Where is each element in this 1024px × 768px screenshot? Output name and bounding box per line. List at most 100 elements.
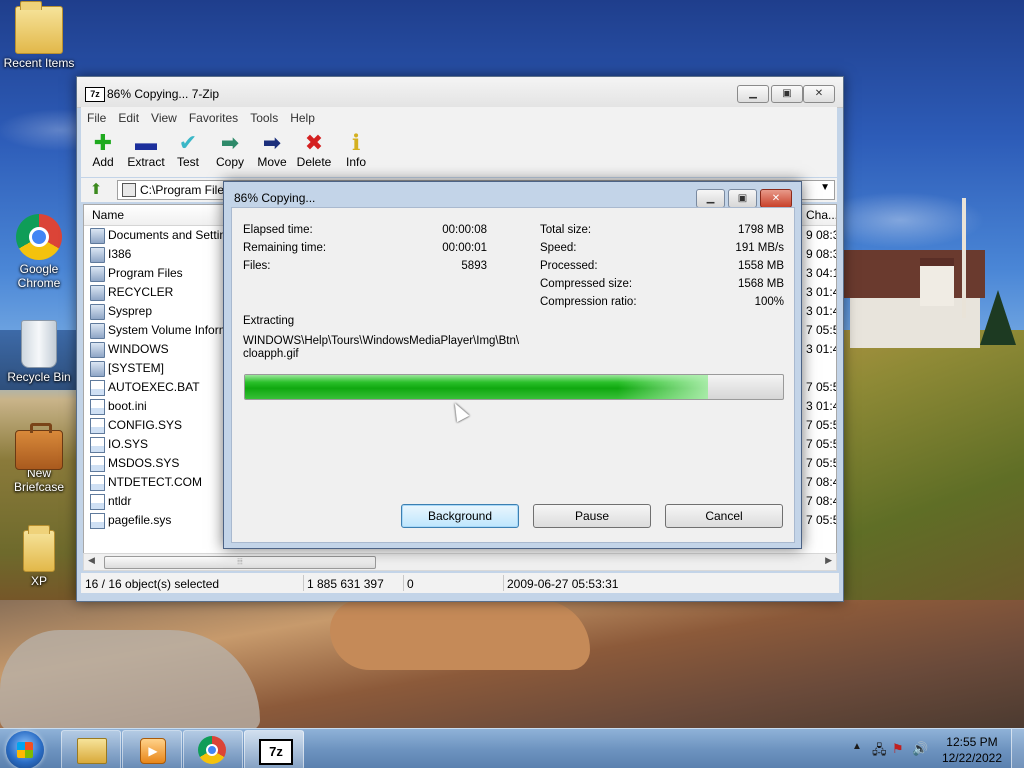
column-changed[interactable]: Cha... <box>806 208 836 222</box>
system-tray: ▲ 🖧 ⚑ 🔊 12:55 PM 12/22/2022 <box>834 729 1024 768</box>
info-button[interactable]: ℹ Info <box>334 130 378 170</box>
folder-icon <box>90 285 105 301</box>
compression-ratio-value: 100% <box>754 296 784 308</box>
clock[interactable]: 12:55 PM 12/22/2022 <box>942 734 1002 766</box>
progress-bar-fill <box>245 375 708 399</box>
file-icon <box>90 437 105 453</box>
up-folder-icon[interactable]: ⬆ <box>87 181 105 199</box>
file-changed: 3 01:4 <box>806 304 837 318</box>
dialog-close-button[interactable]: ✕ <box>760 189 792 208</box>
close-button[interactable]: ✕ <box>803 85 835 103</box>
file-icon <box>90 380 105 396</box>
desktop-icon-label: New Briefcase <box>13 466 65 494</box>
wallpaper-flagpole <box>962 198 966 318</box>
folder-icon <box>90 228 105 244</box>
folder-icon <box>90 247 105 263</box>
volume-icon[interactable]: 🔊 <box>912 741 928 757</box>
taskbar-media-player[interactable]: ▶ <box>122 730 182 768</box>
maximize-button[interactable]: ▣ <box>771 85 803 103</box>
toolbar-label: Move <box>257 155 287 169</box>
network-icon[interactable]: 🖧 <box>872 741 887 763</box>
menu-bar: File Edit View Favorites Tools Help <box>81 107 837 127</box>
toolbar: ✚ Add ▬ Extract ✔ Test ➡ Copy ➡ Move ✖ D… <box>81 127 837 177</box>
file-name: pagefile.sys <box>108 513 172 527</box>
compressed-size-value: 1568 MB <box>737 278 784 290</box>
horizontal-scrollbar[interactable]: ◀ ⦙⦙⦙ ▶ <box>83 553 837 571</box>
delete-button[interactable]: ✖ Delete <box>292 130 336 170</box>
menu-tools[interactable]: Tools <box>244 107 284 125</box>
desktop-icon-google-chrome[interactable]: Google Chrome <box>1 214 77 290</box>
media-player-icon: ▶ <box>140 738 166 764</box>
operation-label: Extracting <box>243 315 295 327</box>
plus-icon: ✚ <box>93 130 113 155</box>
file-name: CONFIG.SYS <box>108 418 183 432</box>
action-center-icon[interactable]: ⚑ <box>892 741 904 757</box>
total-size-label: Total size: <box>540 224 592 236</box>
minus-icon: ▬ <box>135 130 157 155</box>
add-button[interactable]: ✚ Add <box>81 130 125 170</box>
menu-view[interactable]: View <box>145 107 183 125</box>
file-icon <box>90 418 105 434</box>
current-file-name: cloapph.gif <box>243 348 299 360</box>
file-changed: 3 01:4 <box>806 285 837 299</box>
remaining-time-value: 00:00:01 <box>442 242 487 254</box>
file-changed: 9 08:3 <box>806 247 837 261</box>
wallpaper-rock <box>0 630 260 730</box>
menu-edit[interactable]: Edit <box>112 107 145 125</box>
window-title: 86% Copying... 7-Zip <box>107 87 220 101</box>
toolbar-label: Extract <box>127 155 165 169</box>
show-hidden-icons-icon[interactable]: ▲ <box>852 741 862 752</box>
dialog-minimize-button[interactable]: ▁ <box>696 189 725 208</box>
menu-help[interactable]: Help <box>284 107 321 125</box>
background-button[interactable]: Background <box>401 504 519 528</box>
file-name: WINDOWS <box>108 342 169 356</box>
scroll-right-icon[interactable]: ▶ <box>825 555 832 566</box>
test-button[interactable]: ✔ Test <box>166 131 210 170</box>
speed-value: 191 MB/s <box>735 242 784 254</box>
extract-button[interactable]: ▬ Extract <box>124 130 168 170</box>
column-name[interactable]: Name <box>92 208 124 222</box>
desktop-icon-recent-items[interactable]: Recent Items <box>1 1 77 70</box>
dialog-body: Elapsed time: 00:00:08 Remaining time: 0… <box>231 207 795 543</box>
desktop-icon-recycle-bin[interactable]: Recycle Bin <box>1 320 77 384</box>
windows-logo-icon <box>17 742 33 758</box>
toolbar-label: Delete <box>296 155 332 169</box>
file-changed: 9 08:3 <box>806 228 837 242</box>
taskbar-chrome[interactable] <box>183 730 243 768</box>
clock-date: 12/22/2022 <box>941 751 1002 765</box>
file-changed: 3 04:1 <box>806 266 837 280</box>
status-selected: 16 / 16 object(s) selected <box>85 577 220 591</box>
pause-button[interactable]: Pause <box>533 504 651 528</box>
status-packed: 0 <box>407 577 414 591</box>
copy-progress-dialog: 86% Copying... ▁ ▣ ✕ Elapsed time: 00:00… <box>223 181 802 549</box>
cancel-button[interactable]: Cancel <box>665 504 783 528</box>
file-icon <box>90 475 105 491</box>
menu-file[interactable]: File <box>81 107 112 125</box>
elapsed-time-value: 00:00:08 <box>442 224 487 236</box>
scroll-left-icon[interactable]: ◀ <box>88 555 95 566</box>
dialog-maximize-button[interactable]: ▣ <box>728 189 757 208</box>
taskbar-7zip[interactable]: 7z <box>244 730 304 768</box>
menu-favorites[interactable]: Favorites <box>183 107 244 125</box>
chevron-down-icon[interactable]: ▼ <box>820 182 830 193</box>
copy-button[interactable]: ➡ Copy <box>208 131 252 170</box>
folder-icon <box>15 1 63 54</box>
recycle-bin-icon <box>21 320 57 368</box>
show-desktop-button[interactable] <box>1011 729 1024 768</box>
move-button[interactable]: ➡ Move <box>250 131 294 170</box>
wallpaper-rock <box>330 600 590 670</box>
minimize-button[interactable]: ▁ <box>737 85 769 103</box>
window-titlebar[interactable]: 7z 86% Copying... 7-Zip ▁ ▣ ✕ <box>77 77 843 108</box>
desktop-icon-xp[interactable]: XP <box>1 525 77 588</box>
status-modified: 2009-06-27 05:53:31 <box>507 577 619 591</box>
taskbar-explorer[interactable] <box>61 730 121 768</box>
desktop-icon-new-briefcase[interactable]: New Briefcase <box>1 423 77 494</box>
compression-ratio-label: Compression ratio: <box>540 296 637 308</box>
processed-value: 1558 MB <box>737 260 784 272</box>
info-icon: ℹ <box>351 130 361 155</box>
files-value: 5893 <box>461 260 487 272</box>
scrollbar-thumb[interactable]: ⦙⦙⦙ <box>104 556 376 569</box>
x-icon: ✖ <box>304 130 324 155</box>
start-button[interactable] <box>6 731 44 768</box>
status-size: 1 885 631 397 <box>307 577 384 591</box>
